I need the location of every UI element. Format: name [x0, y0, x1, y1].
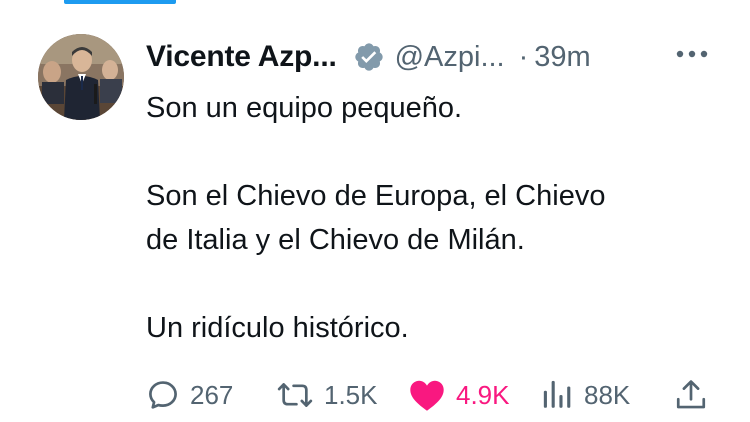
- tweet-text-line: de Italia y el Chievo de Milán.: [146, 224, 525, 256]
- views-icon: [543, 380, 571, 408]
- tweet-text-line: Son un equipo pequeño.: [146, 92, 463, 124]
- reply-icon: [149, 381, 177, 409]
- reply-button[interactable]: 267: [146, 374, 233, 416]
- tweet-text-blank-line: [146, 262, 726, 306]
- retweet-button[interactable]: 1.5K: [276, 374, 378, 416]
- like-count: 4.9K: [456, 379, 510, 410]
- retweet-count: 1.5K: [324, 379, 378, 410]
- author-display-name[interactable]: Vicente Azp...: [146, 40, 337, 74]
- tweet-header: Vicente Azp... @Azpi... · 39m: [146, 36, 716, 78]
- verified-badge-icon: [353, 41, 385, 73]
- avatar[interactable]: [38, 34, 124, 120]
- tweet-text: Son un equipo pequeño. Son el Chievo de …: [146, 86, 726, 350]
- author-handle[interactable]: @Azpi...: [395, 41, 505, 74]
- share-button[interactable]: [674, 374, 718, 416]
- tweet-timestamp[interactable]: 39m: [534, 41, 590, 74]
- tweet[interactable]: Vicente Azp... @Azpi... · 39m Son un equ…: [0, 0, 750, 422]
- share-icon: [676, 380, 706, 409]
- views-count: 88K: [584, 379, 631, 410]
- reply-count: 267: [190, 379, 234, 410]
- tweet-text-line: Un ridículo histórico.: [146, 312, 409, 344]
- retweet-icon: [277, 383, 313, 407]
- tweet-actions: 267 1.5K 4.9K 88K: [146, 374, 716, 416]
- like-button[interactable]: 4.9K: [408, 374, 510, 416]
- heart-icon: [410, 380, 444, 411]
- tweet-text-line: Son el Chievo de Europa, el Chievo: [146, 180, 606, 212]
- more-options-icon[interactable]: [674, 42, 710, 66]
- tweet-text-blank-line: [146, 130, 726, 174]
- views-button[interactable]: 88K: [542, 374, 630, 416]
- header-separator: ·: [518, 40, 529, 73]
